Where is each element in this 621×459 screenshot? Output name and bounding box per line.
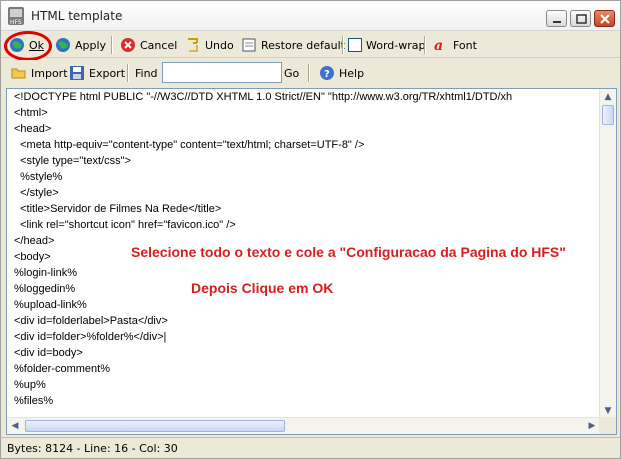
code-line[interactable]: <style type="text/css"> bbox=[14, 153, 604, 169]
code-line[interactable]: %style% bbox=[14, 169, 604, 185]
go-label: Go bbox=[284, 66, 300, 80]
toolbar-separator bbox=[424, 36, 426, 54]
maximize-button[interactable] bbox=[570, 10, 591, 27]
restore-default-label: Restore default bbox=[261, 38, 345, 52]
toolbar-separator bbox=[111, 36, 113, 54]
instruction-note-1: Selecione todo o texto e cole a "Configu… bbox=[131, 244, 566, 260]
help-icon: ? bbox=[320, 66, 334, 80]
instruction-note-2: Depois Clique em OK bbox=[191, 280, 334, 296]
code-line[interactable]: <div id=folderlabel>Pasta</div> bbox=[14, 313, 604, 329]
cancel-button[interactable]: Cancel bbox=[120, 35, 177, 55]
word-wrap-label: Word-wrap bbox=[366, 38, 426, 52]
code-line[interactable]: <link rel="shortcut icon" href="favicon.… bbox=[14, 217, 604, 233]
cancel-label: Cancel bbox=[140, 38, 178, 52]
code-line[interactable]: %upload-link% bbox=[14, 297, 604, 313]
code-line[interactable]: <!DOCTYPE html PUBLIC "-//W3C//DTD XHTML… bbox=[14, 89, 604, 105]
find-label-wrap: Find bbox=[135, 63, 158, 83]
code-line[interactable]: <title>Servidor de Filmes Na Rede</title… bbox=[14, 201, 604, 217]
close-icon bbox=[600, 14, 610, 24]
template-editor[interactable]: <!DOCTYPE html PUBLIC "-//W3C//DTD XHTML… bbox=[6, 88, 617, 435]
find-label: Find bbox=[135, 66, 158, 80]
word-wrap-toggle[interactable]: Word-wrap bbox=[348, 35, 426, 55]
import-button[interactable]: Import bbox=[11, 63, 68, 83]
export-label: Export bbox=[89, 66, 126, 80]
apply-label: Apply bbox=[75, 38, 107, 52]
code-line[interactable]: %up% bbox=[14, 377, 604, 393]
export-button[interactable]: Export bbox=[69, 63, 125, 83]
minimize-icon bbox=[553, 21, 561, 23]
font-icon: a bbox=[434, 38, 443, 53]
code-line[interactable]: %login-link% bbox=[14, 265, 604, 281]
restore-default-button[interactable]: Restore default bbox=[241, 35, 345, 55]
toolbar-separator bbox=[127, 64, 129, 82]
toolbar-separator bbox=[308, 64, 310, 82]
svg-text:a: a bbox=[434, 38, 443, 53]
import-label: Import bbox=[31, 66, 68, 80]
hfs-app-icon: HFS bbox=[8, 7, 24, 26]
close-button[interactable] bbox=[594, 10, 615, 27]
apply-button[interactable]: Apply bbox=[55, 35, 106, 55]
code-line[interactable]: <meta http-equiv="content-type" content=… bbox=[14, 137, 604, 153]
html-template-window: HFS HTML template Ok Apply Cancel Undo R… bbox=[0, 0, 621, 459]
horizontal-scroll-thumb[interactable] bbox=[25, 420, 285, 432]
maximize-icon bbox=[576, 14, 587, 24]
horizontal-scrollbar[interactable]: ◀ ▶ bbox=[7, 417, 600, 434]
scroll-corner bbox=[599, 417, 616, 434]
code-line[interactable]: </style> bbox=[14, 185, 604, 201]
scroll-left-icon[interactable]: ◀ bbox=[7, 418, 23, 434]
restore-icon bbox=[242, 38, 256, 52]
font-label: Font bbox=[453, 38, 477, 52]
code-line[interactable]: %files% bbox=[14, 393, 604, 409]
toolbar-separator bbox=[342, 36, 344, 54]
code-line[interactable]: <html> bbox=[14, 105, 604, 121]
window-title: HTML template bbox=[31, 9, 123, 23]
title-bar: HFS HTML template bbox=[1, 1, 620, 31]
undo-button[interactable]: Undo bbox=[185, 35, 234, 55]
vertical-scrollbar[interactable]: ▲ ▼ bbox=[599, 89, 616, 419]
open-folder-icon bbox=[11, 68, 26, 79]
go-button[interactable]: Go bbox=[284, 63, 299, 83]
help-button[interactable]: ? Help bbox=[319, 63, 364, 83]
status-text: Bytes: 8124 - Line: 16 - Col: 30 bbox=[7, 442, 178, 455]
svg-text:?: ? bbox=[324, 69, 330, 80]
ok-highlight-circle bbox=[4, 31, 52, 61]
secondary-toolbar: Import Export Find Go ? Help bbox=[1, 60, 620, 86]
find-input[interactable] bbox=[162, 62, 282, 83]
code-line[interactable]: <head> bbox=[14, 121, 604, 137]
font-button[interactable]: a Font bbox=[433, 35, 477, 55]
status-bar: Bytes: 8124 - Line: 16 - Col: 30 bbox=[1, 437, 620, 458]
checkbox-icon bbox=[348, 38, 362, 52]
scroll-up-icon[interactable]: ▲ bbox=[600, 89, 616, 105]
main-toolbar: Ok Apply Cancel Undo Restore default Wor… bbox=[1, 32, 620, 58]
globe-icon bbox=[56, 38, 70, 52]
help-label: Help bbox=[339, 66, 365, 80]
svg-text:HFS: HFS bbox=[10, 19, 22, 26]
undo-icon bbox=[188, 38, 198, 52]
code-line[interactable]: <div id=folder>%folder%</div>| bbox=[14, 329, 604, 345]
code-line[interactable]: <div id=body> bbox=[14, 345, 604, 361]
minimize-button[interactable] bbox=[546, 10, 567, 27]
save-icon bbox=[70, 66, 84, 80]
undo-label: Undo bbox=[205, 38, 234, 52]
cancel-icon bbox=[121, 38, 135, 52]
code-line[interactable]: %folder-comment% bbox=[14, 361, 604, 377]
scroll-right-icon[interactable]: ▶ bbox=[584, 418, 600, 434]
vertical-scroll-thumb[interactable] bbox=[602, 105, 614, 125]
